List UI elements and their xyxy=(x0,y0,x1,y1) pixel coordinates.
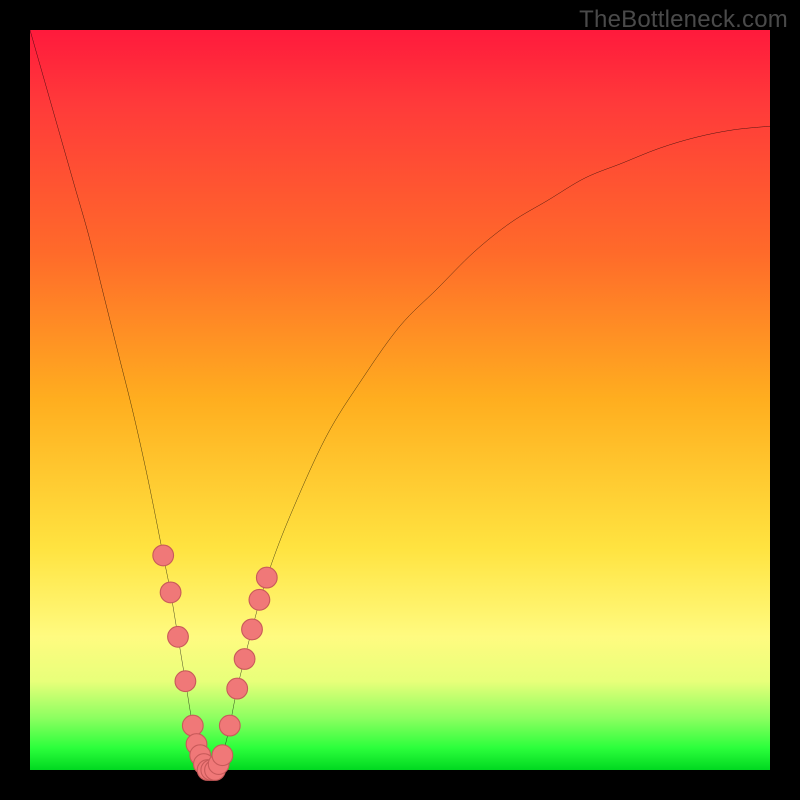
outer-frame: TheBottleneck.com xyxy=(0,0,800,800)
marker-dot xyxy=(256,567,277,588)
marker-dot xyxy=(227,678,248,699)
watermark-text: TheBottleneck.com xyxy=(579,6,788,34)
marker-dot xyxy=(249,589,270,610)
marker-dot xyxy=(168,626,189,647)
marker-cluster xyxy=(153,545,277,780)
marker-dot xyxy=(212,745,233,766)
marker-dot xyxy=(182,715,203,736)
marker-dot xyxy=(175,671,196,692)
marker-dot xyxy=(219,715,240,736)
bottleneck-curve xyxy=(30,30,770,772)
chart-svg-layer xyxy=(30,30,770,770)
marker-dot xyxy=(153,545,174,566)
marker-dot xyxy=(234,649,255,670)
marker-dot xyxy=(242,619,263,640)
marker-dot xyxy=(160,582,181,603)
